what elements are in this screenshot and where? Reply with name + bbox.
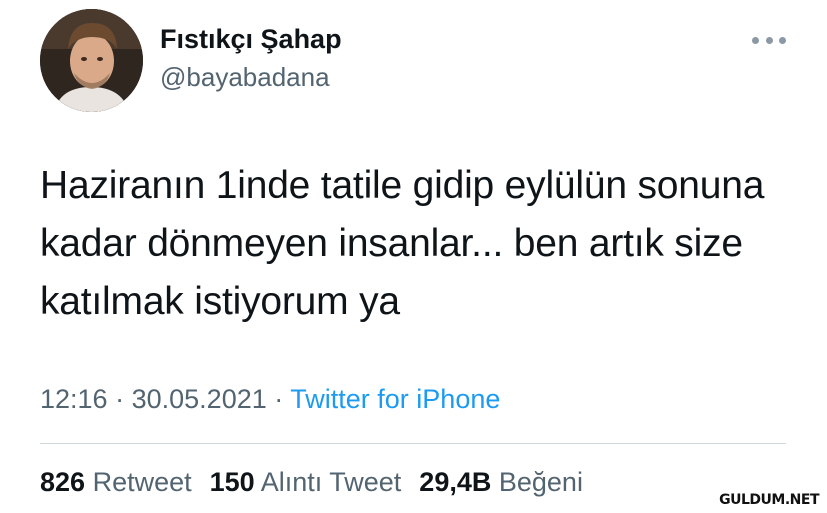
dot-icon [779,36,786,44]
tweet-card: Fıstıkçı Şahap @bayabadana Haziranın 1in… [0,0,827,513]
stat-count: 150 [209,467,255,497]
stat-quote-tweets[interactable]: 150 Alıntı Tweet [210,467,402,498]
stat-count: 826 [40,467,86,497]
tweet-time[interactable]: 12:16 [40,384,108,414]
avatar-image [40,9,143,112]
divider [40,443,786,444]
avatar[interactable] [40,9,143,112]
tweet-meta: 12:16 · 30.05.2021 · Twitter for iPhone [40,384,500,415]
meta-separator: · [115,384,125,414]
stat-label: Beğeni [498,467,583,497]
author-name[interactable]: Fıstıkçı Şahap [160,24,342,55]
tweet-text: Haziranın 1inde tatile gidip eylülün son… [40,164,765,323]
stat-label: Alıntı Tweet [260,467,402,497]
meta-separator: · [274,384,284,414]
tweet-date[interactable]: 30.05.2021 [132,384,267,414]
dot-icon [765,36,773,44]
more-horizontal-icon[interactable] [752,30,786,50]
dot-icon [752,36,759,44]
tweet-stats: 826 Retweet 150 Alıntı Tweet 29,4B Beğen… [40,467,583,498]
watermark: GULDUM.NET [717,492,821,508]
stat-count: 29,4B [419,467,492,497]
author-handle[interactable]: @bayabadana [160,62,330,93]
stat-label: Retweet [92,467,192,497]
tweet-source-link[interactable]: Twitter for iPhone [290,384,500,414]
stat-likes[interactable]: 29,4B Beğeni [419,467,583,498]
stat-retweets[interactable]: 826 Retweet [40,467,192,498]
